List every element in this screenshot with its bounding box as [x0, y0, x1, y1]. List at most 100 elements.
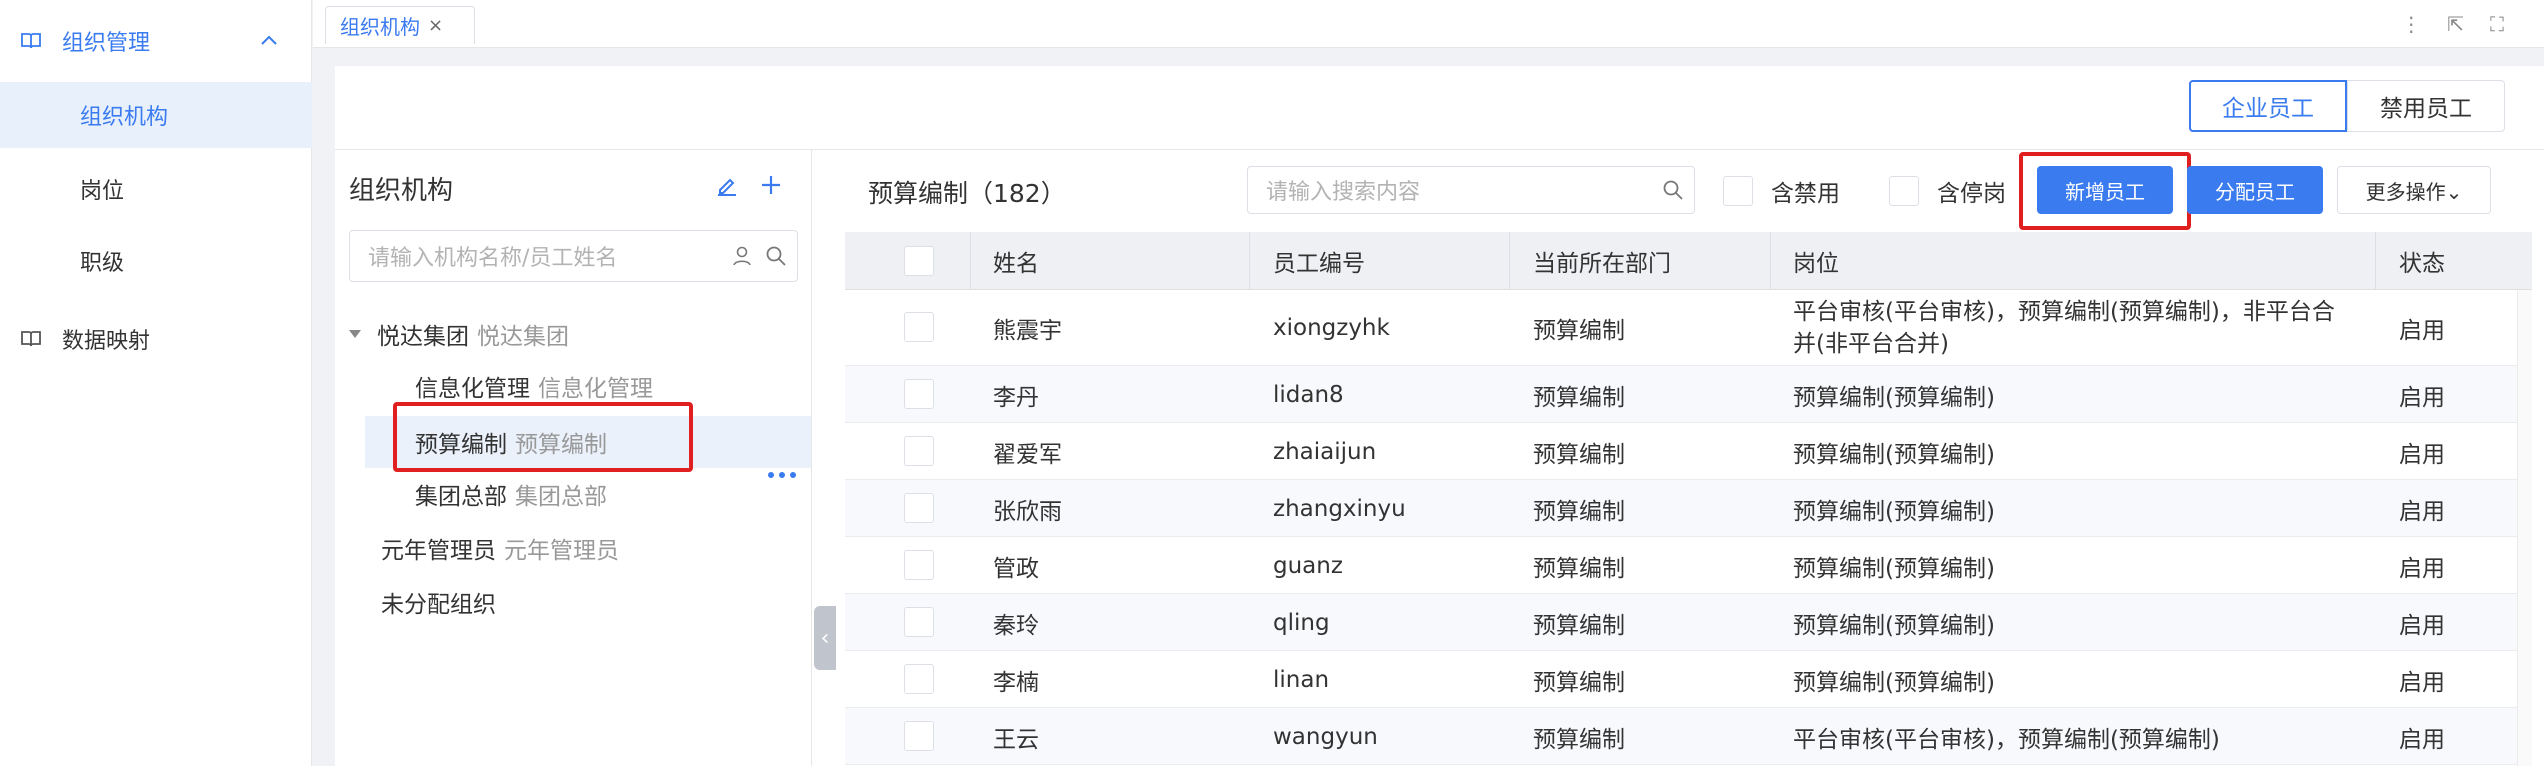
search-icon[interactable] [765, 245, 787, 267]
include-suspended-checkbox[interactable]: 含停岗 [1889, 174, 2006, 208]
tree-node-label: 信息化管理 [415, 376, 530, 402]
row-checkbox[interactable] [904, 493, 934, 523]
checkbox-box[interactable] [1889, 176, 1919, 206]
header-code[interactable]: 员工编号 [1273, 232, 1365, 290]
row-checkbox[interactable] [904, 721, 934, 751]
cell-status: 启用 [2399, 318, 2445, 344]
sidebar-item-rank[interactable]: 职级 [0, 228, 312, 294]
plus-icon[interactable] [758, 172, 784, 198]
more-actions-button[interactable]: 更多操作⌄ [2337, 166, 2491, 214]
cell-name: 秦玲 [993, 612, 1039, 639]
table-row[interactable]: 李楠 linan 预算编制 预算编制(预算编制) 启用 [845, 651, 2532, 708]
caret-down-icon[interactable] [349, 330, 361, 338]
tree-node-sub: 信息化管理 [538, 376, 653, 402]
sidebar-item-label: 职级 [80, 251, 125, 276]
tree-node-label: 未分配组织 [381, 592, 496, 618]
tree-node-sub: 元年管理员 [504, 538, 619, 564]
search-icon[interactable] [1662, 179, 1684, 201]
cell-position: 平台审核(平台审核)，预算编制(预算编制) [1793, 726, 2220, 753]
department-title: 预算编制（182） [868, 179, 1066, 208]
cell-code: lidan8 [1273, 381, 1344, 408]
menu-group-label: 数据映射 [62, 329, 151, 354]
user-icon[interactable] [731, 245, 753, 267]
sidebar: 组织管理 组织机构 岗位 职级 数据映射 [0, 0, 312, 766]
more-vertical-icon[interactable]: ⋮ [2401, 12, 2421, 36]
tree-search-placeholder: 请输入机构名称/员工姓名 [368, 246, 618, 271]
employee-search-input[interactable]: 请输入搜索内容 [1247, 166, 1695, 214]
header-name[interactable]: 姓名 [993, 232, 1039, 290]
tree-search-input[interactable]: 请输入机构名称/员工姓名 [349, 230, 798, 282]
select-all-checkbox[interactable] [904, 246, 934, 276]
cell-status: 启用 [2399, 498, 2445, 525]
table-row[interactable]: 张欣雨 zhangxinyu 预算编制 预算编制(预算编制) 启用 [845, 480, 2532, 537]
cell-name: 李丹 [993, 384, 1039, 411]
row-checkbox[interactable] [904, 607, 934, 637]
close-icon[interactable]: × [428, 15, 443, 36]
fullscreen-icon[interactable]: ⛶ [2490, 12, 2504, 36]
edit-icon[interactable] [714, 172, 740, 198]
table-row[interactable]: 秦玲 qling 预算编制 预算编制(预算编制) 启用 [845, 594, 2532, 651]
pin-icon[interactable]: ⇱ [2447, 12, 2464, 36]
cell-status: 启用 [2399, 555, 2445, 582]
table-row[interactable]: 王云 wangyun 预算编制 平台审核(平台审核)，预算编制(预算编制) 启用 [845, 708, 2532, 765]
table-row[interactable]: 李丹 lidan8 预算编制 预算编制(预算编制) 启用 [845, 366, 2532, 423]
menu-group-org-management[interactable]: 组织管理 [0, 0, 312, 82]
table-row[interactable]: 翟爱军 zhaiaijun 预算编制 预算编制(预算编制) 启用 [845, 423, 2532, 480]
tree-node-label: 集团总部 [415, 484, 507, 510]
toggle-enterprise-staff[interactable]: 企业员工 [2189, 80, 2347, 132]
header-dept[interactable]: 当前所在部门 [1533, 232, 1671, 290]
cell-name: 李楠 [993, 669, 1039, 696]
sidebar-item-org[interactable]: 组织机构 [0, 82, 312, 148]
cell-position: 预算编制(预算编制) [1793, 669, 1995, 696]
cell-position: 平台审核(平台审核)，预算编制(预算编制)，非平台合并(非平台合并) [1793, 299, 2335, 357]
assign-employee-button[interactable]: 分配员工 [2187, 166, 2323, 214]
cell-dept: 预算编制 [1533, 498, 1625, 525]
row-checkbox[interactable] [904, 379, 934, 409]
tree-node-unassigned[interactable]: 未分配组织 [381, 576, 799, 628]
header-position[interactable]: 岗位 [1793, 232, 1839, 290]
cell-name: 王云 [993, 726, 1039, 753]
row-checkbox[interactable] [904, 550, 934, 580]
tab-bar: 组织机构 × ⋮ ⇱ ⛶ [313, 0, 2544, 48]
cell-name: 熊震宇 [993, 318, 1062, 344]
cell-status: 启用 [2399, 384, 2445, 411]
table-scrollbar[interactable] [2517, 290, 2532, 766]
cell-code: linan [1273, 666, 1330, 693]
tree-node-label: 悦达集团 [377, 324, 469, 350]
cell-code: guanz [1273, 552, 1343, 579]
tab-label: 组织机构 [340, 15, 420, 39]
tree-node-sub: 悦达集团 [477, 324, 569, 350]
checkbox-label: 含禁用 [1771, 181, 1840, 207]
cell-status: 启用 [2399, 441, 2445, 468]
cell-status: 启用 [2399, 612, 2445, 639]
cell-dept: 预算编制 [1533, 441, 1625, 468]
tree-node-sub: 集团总部 [515, 484, 607, 510]
row-checkbox[interactable] [904, 664, 934, 694]
tree-node-yueda[interactable]: 悦达集团 悦达集团 [349, 308, 799, 360]
sidebar-item-position[interactable]: 岗位 [0, 156, 312, 222]
main-card: 企业员工 禁用员工 组织机构 请输入机构名称/员工姓名 悦达集团 悦达集团 信息… [335, 66, 2544, 766]
highlight-add-button [2019, 152, 2191, 230]
header-status[interactable]: 状态 [2399, 232, 2445, 290]
include-disabled-checkbox[interactable]: 含禁用 [1723, 174, 1840, 208]
checkbox-box[interactable] [1723, 176, 1753, 206]
table-row[interactable]: 管政 guanz 预算编制 预算编制(预算编制) 启用 [845, 537, 2532, 594]
menu-group-label: 组织管理 [62, 31, 151, 56]
sidebar-item-label: 岗位 [80, 179, 125, 204]
row-checkbox[interactable] [904, 436, 934, 466]
book-icon [21, 33, 41, 49]
cell-position: 预算编制(预算编制) [1793, 441, 1995, 468]
toggle-disabled-staff[interactable]: 禁用员工 [2347, 80, 2505, 132]
cell-code: zhangxinyu [1273, 495, 1406, 522]
cell-dept: 预算编制 [1533, 726, 1625, 753]
chevron-up-icon[interactable] [258, 30, 280, 52]
cell-dept: 预算编制 [1533, 555, 1625, 582]
tab-org[interactable]: 组织机构 × [325, 6, 475, 44]
row-checkbox[interactable] [904, 312, 934, 342]
tree-node-headquarters[interactable]: 集团总部 集团总部 [415, 468, 799, 520]
menu-group-data-mapping[interactable]: 数据映射 [0, 306, 312, 372]
highlight-tree-node [393, 402, 693, 472]
table-row[interactable]: 熊震宇 xiongzyhk 预算编制 平台审核(平台审核)，预算编制(预算编制)… [845, 290, 2532, 366]
tree-node-admin[interactable]: 元年管理员 元年管理员 [381, 522, 799, 574]
collapse-panel-handle[interactable]: ‹ [814, 606, 836, 670]
